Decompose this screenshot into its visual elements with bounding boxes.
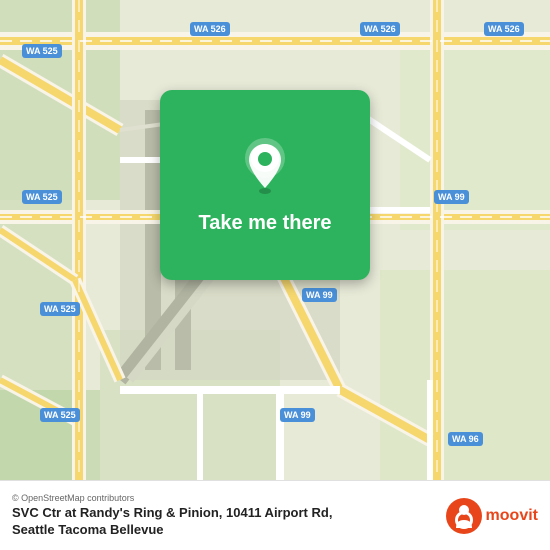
location-info: © OpenStreetMap contributors SVC Ctr at … bbox=[12, 493, 446, 539]
moovit-icon bbox=[446, 498, 482, 534]
highway-badge-wa96: WA 96 bbox=[448, 432, 483, 446]
highway-badge-wa99-2: WA 99 bbox=[302, 288, 337, 302]
info-bar: © OpenStreetMap contributors SVC Ctr at … bbox=[0, 480, 550, 550]
moovit-logo: moovit bbox=[446, 498, 538, 534]
location-name: SVC Ctr at Randy's Ring & Pinion, 10411 … bbox=[12, 505, 446, 539]
take-me-there-button[interactable]: Take me there bbox=[160, 90, 370, 280]
cta-label: Take me there bbox=[198, 212, 331, 235]
highway-badge-wa525-4: WA 525 bbox=[40, 408, 80, 422]
highway-badge-wa525-1: WA 525 bbox=[22, 44, 62, 58]
osm-attribution: © OpenStreetMap contributors bbox=[12, 493, 446, 503]
highway-badge-wa99-1: WA 99 bbox=[434, 190, 469, 204]
highway-badge-wa525-3: WA 525 bbox=[40, 302, 80, 316]
highway-badge-wa525-2: WA 525 bbox=[22, 190, 62, 204]
brand-name: moovit bbox=[486, 507, 538, 525]
highway-badge-wa526-3: WA 526 bbox=[484, 22, 524, 36]
location-pin-icon bbox=[240, 136, 290, 196]
map-container: WA 525 WA 526 WA 526 WA 526 WA 525 WA 99… bbox=[0, 0, 550, 480]
highway-badge-wa526-1: WA 526 bbox=[190, 22, 230, 36]
highway-badge-wa99-3: WA 99 bbox=[280, 408, 315, 422]
highway-badge-wa526-2: WA 526 bbox=[360, 22, 400, 36]
